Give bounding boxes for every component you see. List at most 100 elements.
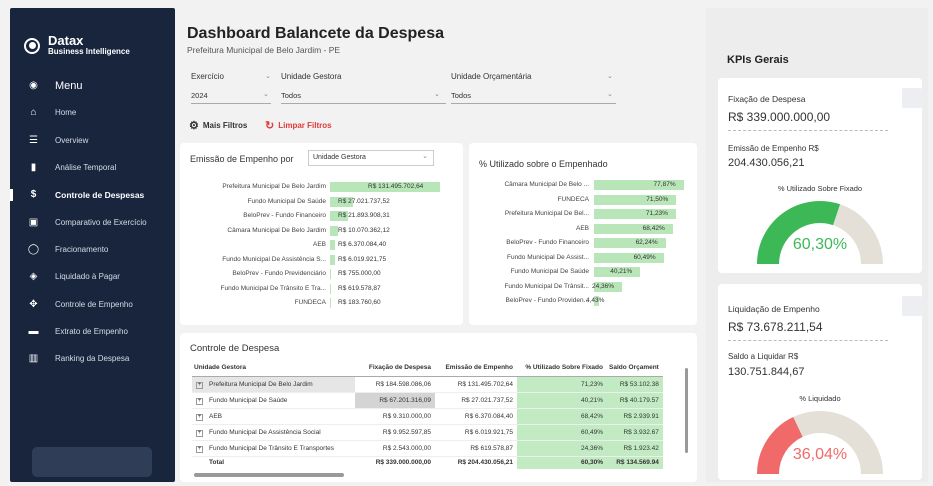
sidebar-item-item[interactable]: ✥ Controle de Empenho: [10, 290, 175, 317]
expand-icon[interactable]: +: [196, 381, 203, 389]
table-cell: R$ 40.179.57: [607, 392, 663, 409]
cell-text: 40,21%: [580, 397, 603, 404]
cell-text: R$ 2.543.000,00: [382, 445, 431, 452]
sidebar-item-item[interactable]: ☰ Overview: [10, 127, 175, 154]
chevron-down-icon: ⌄: [434, 91, 440, 98]
table-cell: R$ 3.932.67: [607, 424, 663, 441]
cell-text: Prefeitura Municipal De Belo Jardim: [209, 380, 313, 388]
cell-text: 60,49%: [580, 429, 603, 436]
sidebar-item-label: Liquidado à Pagar: [55, 272, 120, 282]
sidebar-item-item[interactable]: $ Controle de Despesas: [10, 181, 175, 208]
exercicio-label: Exercício: [191, 72, 224, 81]
unidade-gestora-label: Unidade Gestora: [281, 72, 342, 81]
sidebar-item-label: Overview: [55, 135, 89, 145]
sidebar-item-item[interactable]: ◯ Fracionamento: [10, 236, 175, 263]
bar-label: Fundo Municipal De Assistência S...: [222, 255, 326, 263]
horizontal-scrollbar[interactable]: [194, 473, 344, 477]
bar-value: R$ 755.000,00: [338, 270, 381, 277]
sidebar-item-item[interactable]: ▥ Ranking da Despesa: [10, 345, 175, 372]
liquidacao-label: Liquidação de Empenho: [728, 304, 820, 314]
table-cell: + Fundo Municipal De Assistência Social: [192, 424, 355, 441]
vertical-scrollbar[interactable]: [685, 368, 688, 453]
bar-value: 62,24%: [635, 239, 658, 246]
cell-text: 24,36%: [580, 445, 603, 452]
bar-label: BeloPrev - Fundo Providen...: [505, 297, 589, 304]
table-total-row: Total R$ 339.000.000,00 R$ 204.430.056,21 6…: [192, 456, 663, 469]
sidebar-item-item[interactable]: ⌂ Home: [10, 99, 175, 126]
total-cell: Total: [209, 459, 225, 467]
sidebar-item-item[interactable]: ▬ Extrato de Empenho: [10, 318, 175, 345]
table-row[interactable]: + Prefeitura Municipal De Belo Jardim R$ 1…: [192, 376, 663, 393]
bar: [330, 254, 336, 265]
exercicio-select[interactable]: 2024: [191, 91, 271, 104]
bar-label: Câmara Municipal De Belo Jardim: [227, 226, 326, 234]
table-row[interactable]: + Fundo Municipal De Trânsito E Transport…: [192, 440, 663, 457]
cell-text: AEB: [209, 412, 223, 420]
bar-label: Câmara Municipal De Belo ...: [504, 181, 589, 188]
utilizado-title: % Utilizado sobre o Empenhado: [479, 159, 608, 169]
kpi-card-liquidacao: Liquidação de Empenho R$ 73.678.211,54 S…: [718, 284, 922, 480]
column-header[interactable]: Fixação de Despesa: [355, 364, 435, 377]
expand-icon[interactable]: +: [196, 429, 203, 437]
gear-icon: ⚙: [189, 120, 199, 132]
unidade-gestora-select[interactable]: Todos: [281, 91, 446, 104]
mais-filtros-button[interactable]: ⚙ Mais Filtros: [189, 119, 247, 132]
bar-value: R$ 131.495.702,64: [368, 183, 424, 190]
overview-icon: ☰: [29, 134, 38, 146]
table-cell: R$ 2.543.000,00: [355, 440, 435, 457]
controle-title: Controle de Despesa: [190, 343, 280, 354]
expand-icon[interactable]: +: [196, 413, 203, 421]
limpar-filtros-button[interactable]: ↻ Limpar Filtros: [265, 119, 332, 132]
sidebar: Datax Business Intelligence ◉ Menu ⌂ Home ☰ O…: [10, 8, 175, 482]
sidebar-item-item[interactable]: ◈ Liquidado à Pagar: [10, 263, 175, 290]
fixacao-label: Fixação de Despesa: [728, 94, 806, 104]
bar-value: 77,87%: [653, 181, 676, 188]
cell-text: Fundo Municipal De Trânsito E Transporte…: [209, 444, 335, 452]
gauge1-value: 60,30%: [792, 236, 848, 253]
bar-label: Fundo Municipal De Trânsit...: [504, 282, 589, 290]
cell-text: R$ 131.495.702,64: [457, 381, 513, 388]
unidade-orcamentaria-label: Unidade Orçamentária: [451, 72, 532, 81]
kpi-title: KPIs Gerais: [727, 54, 789, 66]
column-header[interactable]: Saldo Orçament: [607, 364, 663, 377]
cell-text: R$ 3.932.67: [623, 429, 659, 436]
table-row[interactable]: + Fundo Municipal De Saúde R$ 67.201.316,0…: [192, 392, 663, 409]
table-cell: R$ 9.952.597,85: [355, 424, 435, 441]
refresh-icon: ↻: [265, 120, 275, 132]
total-cell: R$ 339.000.000,00: [375, 459, 431, 467]
saldo-label: Saldo a Liquidar R$: [728, 352, 799, 361]
bar: [330, 283, 331, 294]
bar-label: BeloPrev - Fundo Previdenciário: [232, 270, 326, 277]
home-icon: ⌂: [30, 107, 37, 119]
column-header[interactable]: Emissão de Empenho: [435, 364, 517, 377]
cell-text: R$ 40.179.57: [619, 397, 659, 404]
gauge2-value: 36,04%: [792, 446, 848, 463]
page-subtitle: Prefeitura Municipal de Belo Jardim - PE: [187, 45, 341, 55]
column-header[interactable]: % Utilizado Sobre Fixado: [517, 364, 607, 377]
column-header[interactable]: Unidade Gestora: [192, 364, 355, 377]
kpi-panel: KPIs Gerais Fixação de Despesa R$ 339.00…: [706, 8, 928, 482]
bar-value: 68,42%: [642, 224, 665, 232]
emissao-selector[interactable]: Unidade Gestora ⌄: [308, 150, 434, 166]
sidebar-bottom-button[interactable]: [32, 447, 152, 477]
sidebar-item-item[interactable]: ▮ Análise Temporal: [10, 154, 175, 181]
move-icon: ✥: [29, 298, 38, 310]
brand-logo-icon: [24, 37, 40, 54]
kpi-action-button[interactable]: [902, 296, 922, 316]
unidade-orcamentaria-select[interactable]: Todos: [451, 91, 616, 104]
cell-text: R$ 27.021.737,52: [461, 397, 513, 404]
table-row[interactable]: + Fundo Municipal De Assistência Social R$…: [192, 424, 663, 441]
cell-text: R$ 9.952.597,85: [382, 429, 431, 436]
cell-text: R$ 53.102.38: [619, 381, 659, 388]
controle-table: Unidade Gestora Fixação de Despesa Emissão…: [192, 364, 663, 469]
table-header-row: Unidade Gestora Fixação de Despesa Emissão…: [192, 364, 663, 377]
expand-icon[interactable]: +: [196, 445, 203, 453]
expand-icon[interactable]: +: [196, 397, 203, 405]
limpar-filtros-label: Limpar Filtros: [278, 121, 332, 130]
table-cell: R$ 53.102.38: [607, 376, 663, 393]
sidebar-item-menu[interactable]: ◉ Menu: [10, 72, 175, 99]
sidebar-item-item[interactable]: ▣ Comparativo de Exercício: [10, 208, 175, 235]
bar-label: FUNDECA: [294, 299, 326, 306]
kpi-action-button[interactable]: [902, 88, 922, 108]
table-row[interactable]: + AEB R$ 9.310.000,00 R$ 6.370.084,40 68,42%…: [192, 408, 663, 425]
